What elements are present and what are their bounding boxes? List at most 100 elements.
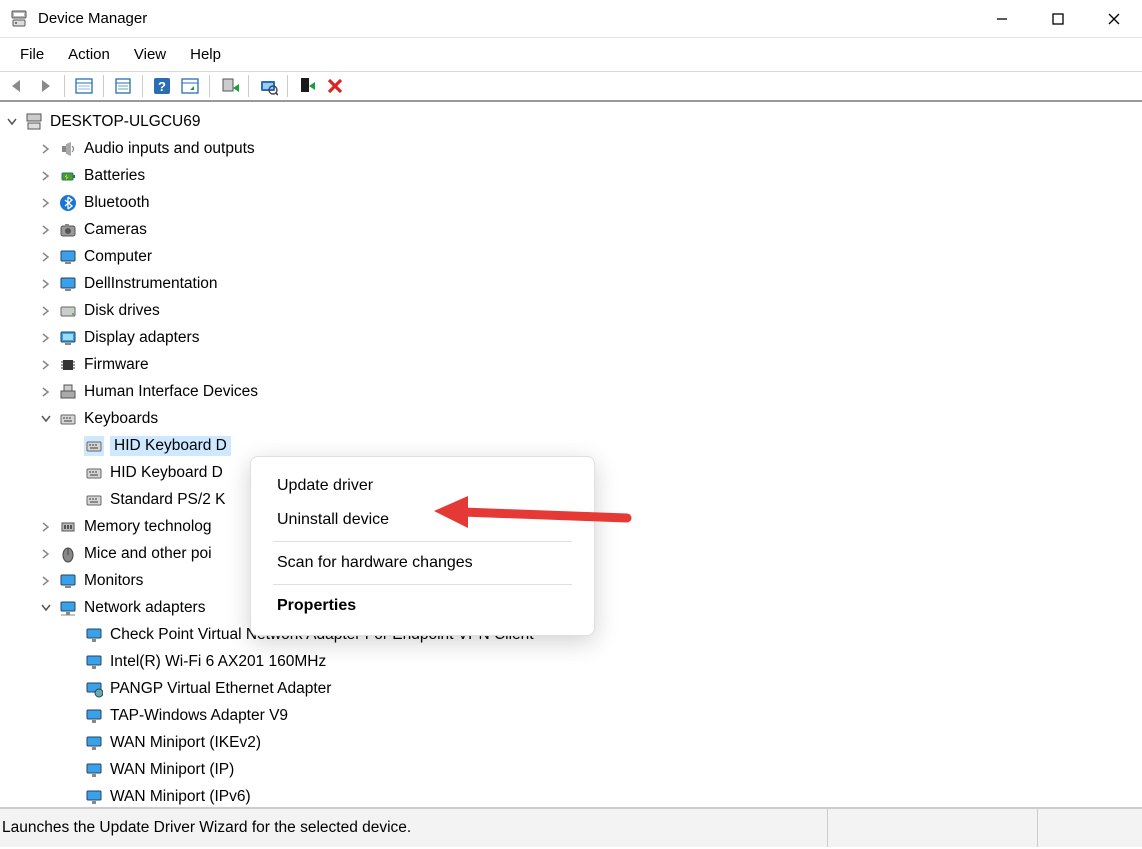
toolbar-separator xyxy=(142,75,143,97)
tree-leaf-wan-ipv6[interactable]: WAN Miniport (IPv6) xyxy=(0,783,1142,808)
chevron-right-icon[interactable] xyxy=(38,330,54,346)
toolbar-show-hidden-button[interactable] xyxy=(71,73,97,99)
menu-file[interactable]: File xyxy=(8,42,56,67)
chevron-right-icon[interactable] xyxy=(38,519,54,535)
chevron-right-icon[interactable] xyxy=(38,573,54,589)
titlebar: Device Manager xyxy=(0,0,1142,38)
network-icon xyxy=(84,733,104,753)
tree-node-keyboards[interactable]: Keyboards xyxy=(0,405,1142,432)
tree-leaf-hid-keyboard-1[interactable]: HID Keyboard D xyxy=(0,432,1142,459)
network-icon xyxy=(84,760,104,780)
context-update-driver[interactable]: Update driver xyxy=(265,469,580,503)
chevron-right-icon[interactable] xyxy=(38,303,54,319)
toolbar-refresh-button[interactable] xyxy=(177,73,203,99)
chevron-right-icon[interactable] xyxy=(38,384,54,400)
context-scan-hardware[interactable]: Scan for hardware changes xyxy=(265,546,580,580)
node-label: Batteries xyxy=(84,167,145,185)
node-label: HID Keyboard D xyxy=(110,464,223,482)
device-tree[interactable]: DESKTOP-ULGCU69 Audio inputs and outputs… xyxy=(0,102,1142,808)
camera-icon xyxy=(58,220,78,240)
network-icon xyxy=(58,598,78,618)
tree-node-audio[interactable]: Audio inputs and outputs xyxy=(0,135,1142,162)
node-label: Monitors xyxy=(84,572,143,590)
toolbar-enable-button[interactable] xyxy=(294,73,320,99)
chevron-right-icon[interactable] xyxy=(38,168,54,184)
tree-leaf-pangp[interactable]: PANGP Virtual Ethernet Adapter xyxy=(0,675,1142,702)
speaker-icon xyxy=(58,139,78,159)
monitor-icon xyxy=(58,247,78,267)
tree-node-cameras[interactable]: Cameras xyxy=(0,216,1142,243)
context-uninstall-device[interactable]: Uninstall device xyxy=(265,503,580,537)
memory-icon xyxy=(58,517,78,537)
menu-view[interactable]: View xyxy=(122,42,178,67)
node-label: Bluetooth xyxy=(84,194,150,212)
node-label: Mice and other poi xyxy=(84,545,212,563)
node-label: WAN Miniport (IKEv2) xyxy=(110,734,261,752)
node-label: HID Keyboard D xyxy=(110,436,231,456)
close-button[interactable] xyxy=(1086,0,1142,37)
node-label: Keyboards xyxy=(84,410,158,428)
node-label: PANGP Virtual Ethernet Adapter xyxy=(110,680,331,698)
chevron-right-icon[interactable] xyxy=(38,276,54,292)
menu-help[interactable]: Help xyxy=(178,42,233,67)
chevron-right-icon[interactable] xyxy=(38,546,54,562)
tree-node-display[interactable]: Display adapters xyxy=(0,324,1142,351)
chevron-right-icon[interactable] xyxy=(38,357,54,373)
tree-leaf-wan-ip[interactable]: WAN Miniport (IP) xyxy=(0,756,1142,783)
tree-root[interactable]: DESKTOP-ULGCU69 xyxy=(0,108,1142,135)
toolbar-update-driver-button[interactable] xyxy=(216,73,242,99)
menu-action[interactable]: Action xyxy=(56,42,122,67)
toolbar-scan-button[interactable] xyxy=(255,73,281,99)
chevron-down-icon[interactable] xyxy=(38,411,54,427)
node-label: Firmware xyxy=(84,356,149,374)
node-label: Human Interface Devices xyxy=(84,383,258,401)
minimize-button[interactable] xyxy=(974,0,1030,37)
toolbar-back-button[interactable] xyxy=(4,73,30,99)
network-icon xyxy=(84,787,104,807)
status-pane xyxy=(827,809,1037,847)
node-label: Display adapters xyxy=(84,329,199,347)
status-pane xyxy=(1037,809,1142,847)
window-controls xyxy=(974,0,1142,37)
tree-node-computer[interactable]: Computer xyxy=(0,243,1142,270)
tree-node-dellinstr[interactable]: DellInstrumentation xyxy=(0,270,1142,297)
toolbar: ? xyxy=(0,72,1142,102)
status-text: Launches the Update Driver Wizard for th… xyxy=(0,819,827,837)
tree-leaf-wan-ikev2[interactable]: WAN Miniport (IKEv2) xyxy=(0,729,1142,756)
node-label: Audio inputs and outputs xyxy=(84,140,255,158)
toolbar-properties-button[interactable] xyxy=(110,73,136,99)
maximize-button[interactable] xyxy=(1030,0,1086,37)
network-icon xyxy=(84,679,104,699)
toolbar-forward-button[interactable] xyxy=(32,73,58,99)
node-label: Disk drives xyxy=(84,302,160,320)
toolbar-separator xyxy=(248,75,249,97)
chevron-right-icon[interactable] xyxy=(38,222,54,238)
tree-leaf-wifi-ax201[interactable]: Intel(R) Wi-Fi 6 AX201 160MHz xyxy=(0,648,1142,675)
chevron-right-icon[interactable] xyxy=(38,141,54,157)
chip-icon xyxy=(58,355,78,375)
toolbar-help-button[interactable]: ? xyxy=(149,73,175,99)
monitor-icon xyxy=(58,274,78,294)
mouse-icon xyxy=(58,544,78,564)
network-icon xyxy=(84,625,104,645)
chevron-right-icon[interactable] xyxy=(38,249,54,265)
chevron-right-icon[interactable] xyxy=(38,195,54,211)
toolbar-separator xyxy=(64,75,65,97)
toolbar-separator xyxy=(287,75,288,97)
tree-node-firmware[interactable]: Firmware xyxy=(0,351,1142,378)
node-label: Computer xyxy=(84,248,152,266)
network-icon xyxy=(84,652,104,672)
network-icon xyxy=(84,706,104,726)
chevron-down-icon[interactable] xyxy=(38,600,54,616)
context-separator xyxy=(273,584,572,585)
tree-node-disk[interactable]: Disk drives xyxy=(0,297,1142,324)
battery-icon xyxy=(58,166,78,186)
tree-node-hid[interactable]: Human Interface Devices xyxy=(0,378,1142,405)
chevron-down-icon[interactable] xyxy=(4,114,20,130)
toolbar-uninstall-button[interactable] xyxy=(322,73,348,99)
context-properties[interactable]: Properties xyxy=(265,589,580,623)
tree-leaf-tap-windows[interactable]: TAP-Windows Adapter V9 xyxy=(0,702,1142,729)
tree-node-batteries[interactable]: Batteries xyxy=(0,162,1142,189)
tree-node-bluetooth[interactable]: Bluetooth xyxy=(0,189,1142,216)
svg-text:?: ? xyxy=(158,79,166,94)
